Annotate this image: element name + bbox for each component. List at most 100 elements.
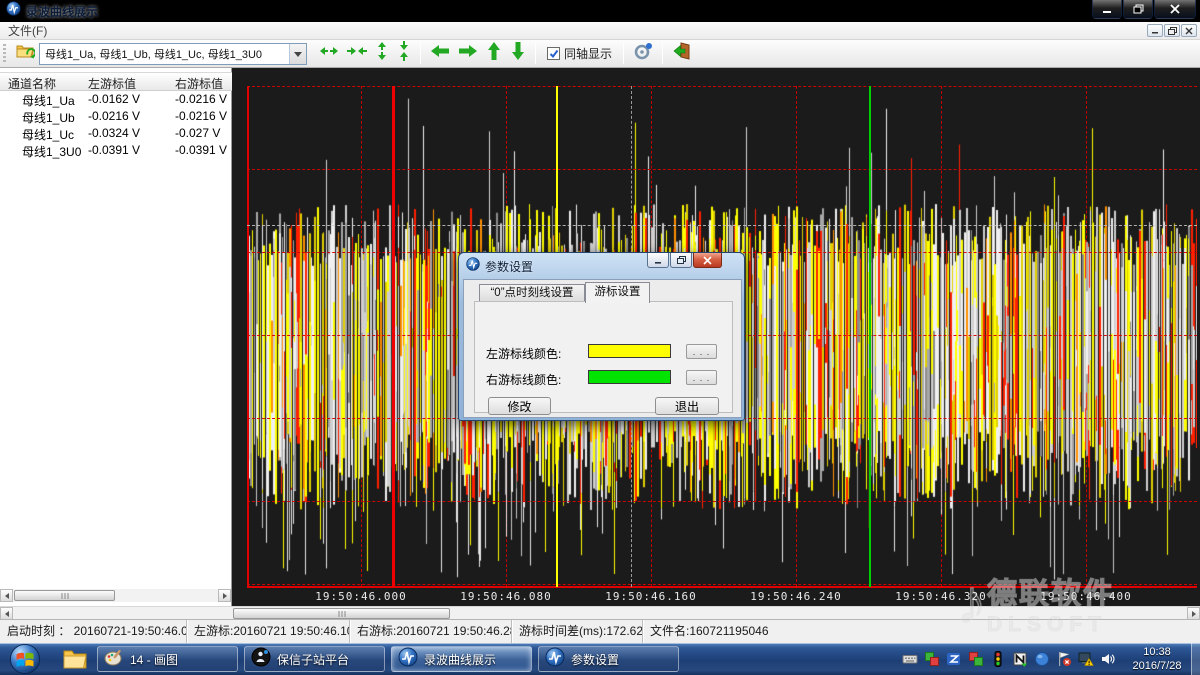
compress-vertical-button[interactable]: [393, 42, 415, 66]
paint-icon: [104, 647, 124, 672]
modify-button[interactable]: 修改: [488, 397, 551, 415]
pan-right-button[interactable]: [454, 42, 482, 66]
plot-bottom-border: [247, 586, 1197, 588]
task-label: 保信子站平台: [277, 651, 349, 668]
task-label: 参数设置: [571, 651, 619, 668]
status-item: 右游标:20160721 19:50:46.280: [350, 620, 512, 644]
wave-icon: [398, 647, 418, 672]
keyboard-icon[interactable]: [902, 651, 918, 667]
scroll-left-icon[interactable]: [0, 589, 13, 602]
channel-selector-value: 母线1_Ua, 母线1_Ub, 母线1_Uc, 母线1_3U0: [40, 46, 289, 62]
taskbar-task-4[interactable]: 参数设置: [538, 646, 679, 672]
open-file-button[interactable]: [11, 42, 39, 66]
channel-row[interactable]: 母线1_Ub-0.0216 V-0.0216 V: [0, 108, 232, 125]
channel-cell: -0.0162 V: [88, 92, 140, 106]
messenger-icon[interactable]: [1034, 651, 1050, 667]
chevron-down-icon[interactable]: [289, 44, 306, 64]
task-label: 录波曲线展示: [424, 651, 496, 668]
window-close-button[interactable]: [1154, 0, 1196, 19]
toolbar-separator: [623, 44, 624, 64]
tab-cursor-settings[interactable]: 游标设置: [585, 282, 650, 303]
scrollbar-thumb[interactable]: [233, 608, 450, 619]
ime-icon[interactable]: [946, 651, 962, 667]
left-cursor-color-browse-button[interactable]: . . .: [686, 344, 717, 359]
sync-axes-checkbox[interactable]: 同轴显示: [541, 45, 618, 62]
window-minimize-button[interactable]: [1092, 0, 1122, 19]
pan-right-icon: [458, 43, 478, 64]
window-restore-button[interactable]: [1123, 0, 1153, 19]
start-button[interactable]: [7, 642, 43, 675]
menu-file[interactable]: 文件(F): [0, 22, 55, 39]
exit-button[interactable]: [668, 42, 696, 66]
mdi-restore-button[interactable]: [1164, 24, 1180, 37]
right-cursor-color-browse-button[interactable]: . . .: [686, 370, 717, 385]
mdi-minimize-button[interactable]: [1147, 24, 1163, 37]
net-err-icon[interactable]: [968, 651, 984, 667]
volume-icon[interactable]: [1100, 651, 1116, 667]
locate-icon: [633, 41, 653, 66]
clock-time: 10:38: [1124, 645, 1190, 659]
dialog-titlebar[interactable]: 参数设置: [459, 253, 744, 279]
right-cursor-line[interactable]: [869, 86, 871, 587]
locate-button[interactable]: [629, 42, 657, 66]
dialog-minimize-button[interactable]: [647, 253, 669, 268]
taskbar-task-2[interactable]: 保信子站平台: [244, 646, 385, 672]
taskbar: 14 - 画图 保信子站平台 录波曲线展示 参数设置 10:38 2016/7/28: [0, 643, 1200, 675]
right-cursor-color-swatch[interactable]: [588, 370, 671, 384]
channel-row[interactable]: 母线1_Uc-0.0324 V-0.027 V: [0, 125, 232, 142]
sync-axes-label: 同轴显示: [564, 45, 612, 62]
wave-icon: [545, 647, 565, 672]
channel-row[interactable]: 母线1_Ua-0.0162 V-0.0216 V: [0, 91, 232, 108]
mdi-close-button[interactable]: [1181, 24, 1197, 37]
explorer-taskbar-icon[interactable]: [56, 645, 94, 673]
left-cursor-color-label: 左游标线颜色:: [486, 345, 561, 362]
zero-amplitude-baseline: [247, 225, 1197, 226]
channel-cell: 母线1_Ua: [22, 92, 75, 109]
scrollbar-thumb[interactable]: [14, 590, 115, 601]
action-center-icon[interactable]: [1056, 651, 1072, 667]
scroll-right-icon[interactable]: [218, 589, 231, 602]
expand-vertical-button[interactable]: [371, 42, 393, 66]
dialog-close-button[interactable]: [693, 253, 722, 268]
taskbar-task-3[interactable]: 录波曲线展示: [391, 646, 532, 672]
pan-down-button[interactable]: [506, 42, 530, 66]
clock-date: 2016/7/28: [1124, 659, 1190, 673]
left-cursor-color-swatch[interactable]: [588, 344, 671, 358]
channel-cell: -0.0216 V: [88, 109, 140, 123]
compress-horizontal-button[interactable]: [343, 42, 371, 66]
channel-cell: 母线1_Ub: [22, 109, 75, 126]
display-alert-icon[interactable]: [1078, 651, 1094, 667]
tab-zero-time-line[interactable]: “0”点时刻线设置: [479, 284, 585, 302]
notes-icon[interactable]: [1012, 651, 1028, 667]
open-file-icon: [15, 41, 35, 66]
right-cursor-color-label: 右游标线颜色:: [486, 371, 561, 388]
chart-hscrollbar[interactable]: [0, 606, 1200, 619]
zero-time-line: [392, 86, 395, 587]
window-titlebar: 录波曲线展示: [0, 0, 1200, 22]
cursor-settings-page: 左游标线颜色: . . . 右游标线颜色: . . . 修改 退出: [474, 301, 733, 413]
channel-panel: 通道名称 左游标值 右游标值 母线1_Ua -0.0162 V -0.0216 V 母…: [0, 68, 232, 606]
exit-dialog-button[interactable]: 退出: [655, 397, 719, 415]
header-right-cursor-value: 右游标值: [175, 75, 223, 92]
net-up-icon[interactable]: [924, 651, 940, 667]
expand-horizontal-button[interactable]: [315, 42, 343, 66]
taskbar-task-1[interactable]: 14 - 画图: [97, 646, 238, 672]
dialog-restore-button[interactable]: [670, 253, 692, 268]
x-axis-tick-label: 19:50:46.400: [1040, 590, 1131, 603]
pan-up-button[interactable]: [482, 42, 506, 66]
header-left-cursor-value: 左游标值: [88, 75, 136, 92]
channel-cell: -0.0391 V: [88, 143, 140, 157]
toolbar-separator: [420, 44, 421, 64]
taskbar-clock[interactable]: 10:38 2016/7/28: [1124, 645, 1190, 673]
channel-selector[interactable]: 母线1_Ua, 母线1_Ub, 母线1_Uc, 母线1_3U0: [39, 43, 307, 65]
status-item: 文件名:160721195046: [643, 620, 1200, 644]
channel-panel-hscrollbar[interactable]: [0, 589, 231, 602]
system-tray: [902, 651, 1130, 667]
channel-table-header: 通道名称 左游标值 右游标值: [0, 72, 232, 91]
channel-row[interactable]: 母线1_3U0-0.0391 V-0.0391 V: [0, 142, 232, 159]
show-desktop-button[interactable]: [1191, 643, 1200, 675]
toolbar-grip[interactable]: [3, 44, 6, 64]
expand-horizontal-icon: [319, 44, 339, 63]
traffic-light-icon[interactable]: [990, 651, 1006, 667]
pan-left-button[interactable]: [426, 42, 454, 66]
